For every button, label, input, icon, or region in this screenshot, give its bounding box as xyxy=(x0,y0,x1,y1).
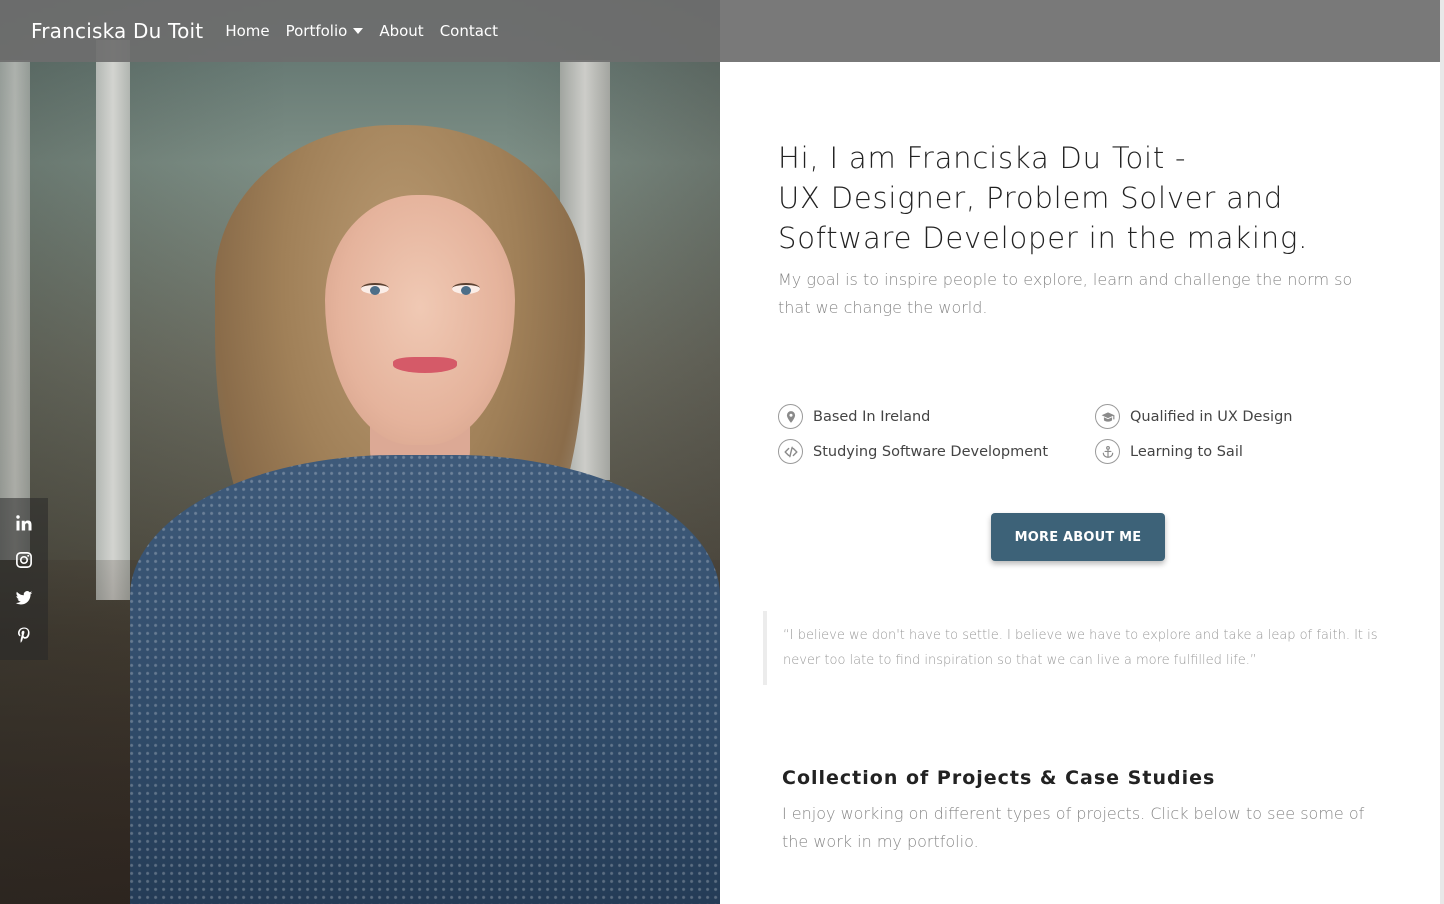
code-icon xyxy=(778,439,803,464)
top-navbar: Franciska Du Toit Home Portfolio About C… xyxy=(0,0,1440,62)
pinterest-icon[interactable] xyxy=(15,626,33,644)
social-sidebar xyxy=(0,498,48,660)
portrait-lips xyxy=(393,357,457,373)
fact-label: Qualified in UX Design xyxy=(1130,408,1293,425)
nav-home[interactable]: Home xyxy=(225,22,269,40)
fact-label: Learning to Sail xyxy=(1130,443,1243,460)
anchor-icon xyxy=(1095,439,1120,464)
instagram-icon[interactable] xyxy=(15,551,33,569)
headline-line: Hi, I am Franciska Du Toit - xyxy=(778,141,1187,175)
portrait-sweater xyxy=(130,455,720,904)
fact-item: Learning to Sail xyxy=(1095,439,1243,464)
twitter-icon[interactable] xyxy=(15,589,33,607)
nav-contact[interactable]: Contact xyxy=(440,22,498,40)
hero-photo xyxy=(0,0,720,904)
nav-about[interactable]: About xyxy=(379,22,423,40)
hero-lead: My goal is to inspire people to explore,… xyxy=(778,270,1353,317)
headline-line: Software Developer in the making. xyxy=(778,221,1309,255)
nav-portfolio-dropdown[interactable]: Portfolio xyxy=(286,22,364,40)
fact-item: Qualified in UX Design xyxy=(1095,404,1292,429)
portrait-eye xyxy=(452,283,480,295)
fact-item: Studying Software Development xyxy=(778,439,1048,464)
fact-label: Based In Ireland xyxy=(813,408,931,425)
projects-title: Collection of Projects & Case Studies xyxy=(782,767,1216,789)
headline-line: UX Designer, Problem Solver and xyxy=(778,181,1284,215)
fact-item: Based In Ireland xyxy=(778,404,930,429)
brand-logo[interactable]: Franciska Du Toit xyxy=(31,19,203,43)
intro-section: Hi, I am Franciska Du Toit - UX Designer… xyxy=(720,62,1440,904)
quote-block: “I believe we don't have to settle. I be… xyxy=(763,611,1383,685)
scrollbar[interactable] xyxy=(1440,0,1444,904)
hero-headline: Hi, I am Franciska Du Toit - UX Designer… xyxy=(778,138,1398,258)
caret-down-icon xyxy=(353,28,364,34)
projects-text: I enjoy working on different types of pr… xyxy=(782,804,1365,851)
more-about-me-button[interactable]: MORE ABOUT ME xyxy=(991,513,1165,561)
nav-portfolio-label: Portfolio xyxy=(285,22,348,40)
graduation-cap-icon xyxy=(1095,404,1120,429)
map-pin-icon xyxy=(778,404,803,429)
portrait-eye xyxy=(361,283,389,295)
linkedin-icon[interactable] xyxy=(15,514,33,532)
fact-label: Studying Software Development xyxy=(813,443,1049,460)
